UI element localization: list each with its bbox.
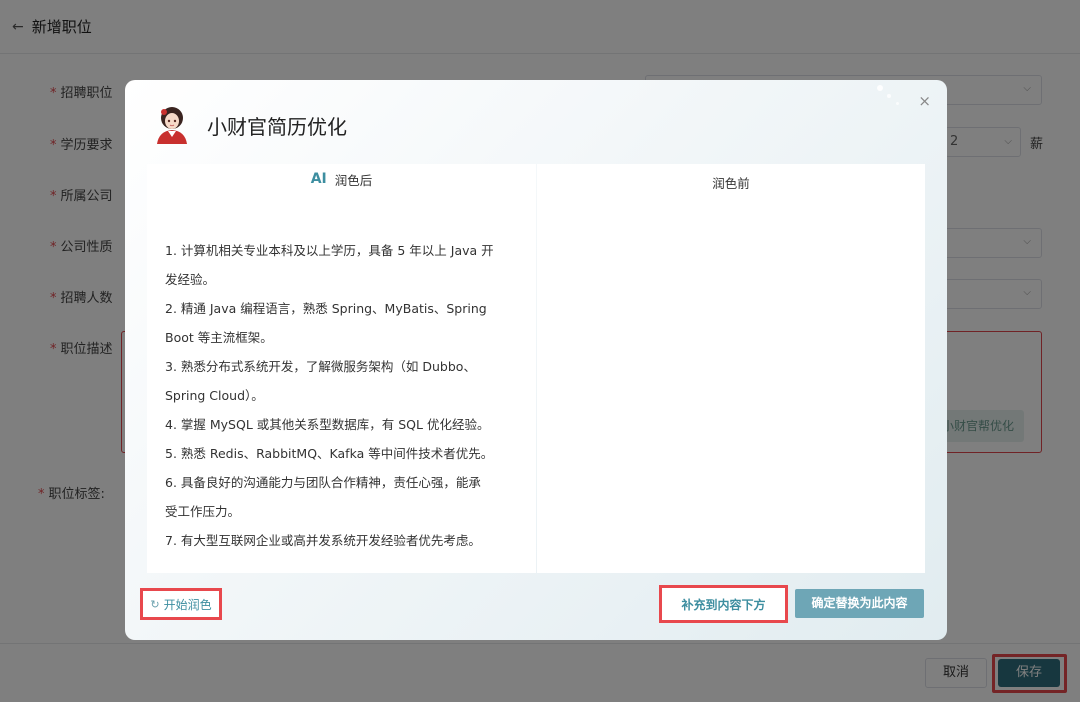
start-polish-label: 开始润色 bbox=[163, 597, 212, 612]
content-line: 3. 熟悉分布式系统开发，了解微服务架构（如 Dubbo、 bbox=[165, 359, 476, 374]
modal-title: 小财官简历优化 bbox=[207, 115, 347, 139]
assistant-avatar-icon bbox=[157, 107, 187, 144]
refresh-icon: ↻ bbox=[150, 597, 160, 611]
content-line: 1. 计算机相关专业本科及以上学历，具备 5 年以上 Java 开 bbox=[165, 243, 494, 258]
modal-header: 小财官简历优化 × bbox=[125, 80, 947, 164]
polished-panel-header: AI 润色后 bbox=[147, 164, 536, 194]
polished-panel: AI 润色后 1. 计算机相关专业本科及以上学历，具备 5 年以上 Java 开… bbox=[147, 164, 536, 573]
append-below-button[interactable]: 补充到内容下方 bbox=[659, 585, 788, 623]
resume-polish-modal: 小财官简历优化 × AI 润色后 1. 计算机相关专业本科及以上学历，具备 5 … bbox=[125, 80, 947, 640]
confirm-replace-button[interactable]: 确定替换为此内容 bbox=[795, 589, 924, 618]
close-icon[interactable]: × bbox=[918, 92, 931, 110]
sparkle-decoration bbox=[887, 94, 891, 98]
content-line: Spring Cloud）。 bbox=[165, 388, 264, 403]
ai-badge: AI bbox=[310, 171, 327, 187]
sparkle-decoration bbox=[877, 85, 883, 91]
polished-content: 1. 计算机相关专业本科及以上学历，具备 5 年以上 Java 开 发经验。 2… bbox=[147, 194, 536, 555]
content-line: Boot 等主流框架。 bbox=[165, 330, 273, 345]
content-line: 2. 精通 Java 编程语言，熟悉 Spring、MyBatis、Spring bbox=[165, 301, 487, 316]
polished-panel-title: 润色后 bbox=[334, 172, 373, 188]
content-line: 4. 掌握 MySQL 或其他关系型数据库，有 SQL 优化经验。 bbox=[165, 417, 490, 432]
original-panel: 润色前 bbox=[537, 164, 925, 573]
content-line: 受工作压力。 bbox=[165, 504, 241, 519]
content-line: 6. 具备良好的沟通能力与团队合作精神，责任心强，能承 bbox=[165, 475, 481, 490]
original-panel-title: 润色前 bbox=[712, 175, 750, 191]
content-line: 7. 有大型互联网企业或高并发系统开发经验者优先考虑。 bbox=[165, 533, 481, 548]
start-polish-button[interactable]: ↻ 开始润色 bbox=[140, 588, 222, 620]
content-line: 发经验。 bbox=[165, 272, 216, 287]
sparkle-decoration bbox=[896, 102, 899, 105]
content-line: 5. 熟悉 Redis、RabbitMQ、Kafka 等中间件技术者优先。 bbox=[165, 446, 494, 461]
